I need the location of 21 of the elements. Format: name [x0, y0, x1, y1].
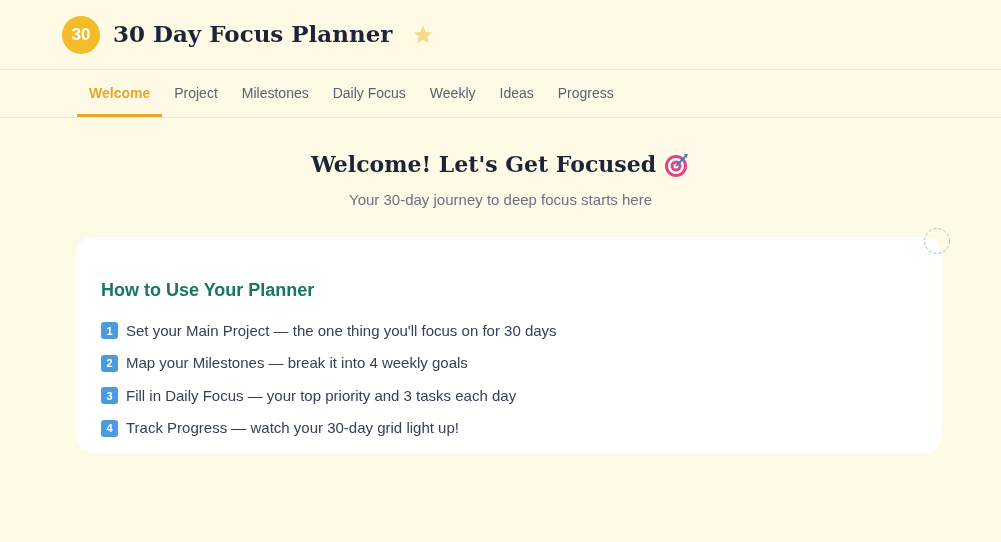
nav-tab[interactable]: Weekly: [417, 70, 488, 117]
step-text: Fill in Daily Focus — your top priority and 3 tasks each day: [126, 385, 517, 406]
target-icon: [664, 151, 691, 178]
number-key: 4: [101, 419, 118, 437]
nav-tab[interactable]: Ideas: [487, 70, 546, 117]
number-key: 2: [101, 354, 118, 372]
logo-badge: 30: [62, 15, 100, 54]
nav-tab[interactable]: Milestones: [229, 70, 321, 117]
step-text: Map your Milestones — break it into 4 weekly goals: [126, 353, 468, 373]
number-key: 3: [101, 387, 118, 405]
number-key: 1: [101, 322, 118, 340]
page-heading: Welcome! Let's Get Focused: [310, 150, 657, 179]
step-text: Track Progress — watch your 30-day grid light up!: [126, 418, 459, 438]
dashed-circle-icon: [923, 226, 951, 255]
card-heading: How to Use Your Planner: [101, 278, 316, 302]
nav-tab[interactable]: Project: [162, 70, 230, 117]
page-subtitle: Your 30-day journey to deep focus starts here: [349, 190, 652, 210]
app-title: 30 Day Focus Planner: [113, 19, 393, 50]
step-text: Set your Main Project — the one thing you'll focus on for 30 days: [126, 320, 557, 341]
nav-tab[interactable]: Daily Focus: [320, 70, 418, 117]
nav-tab[interactable]: Progress: [545, 70, 626, 117]
